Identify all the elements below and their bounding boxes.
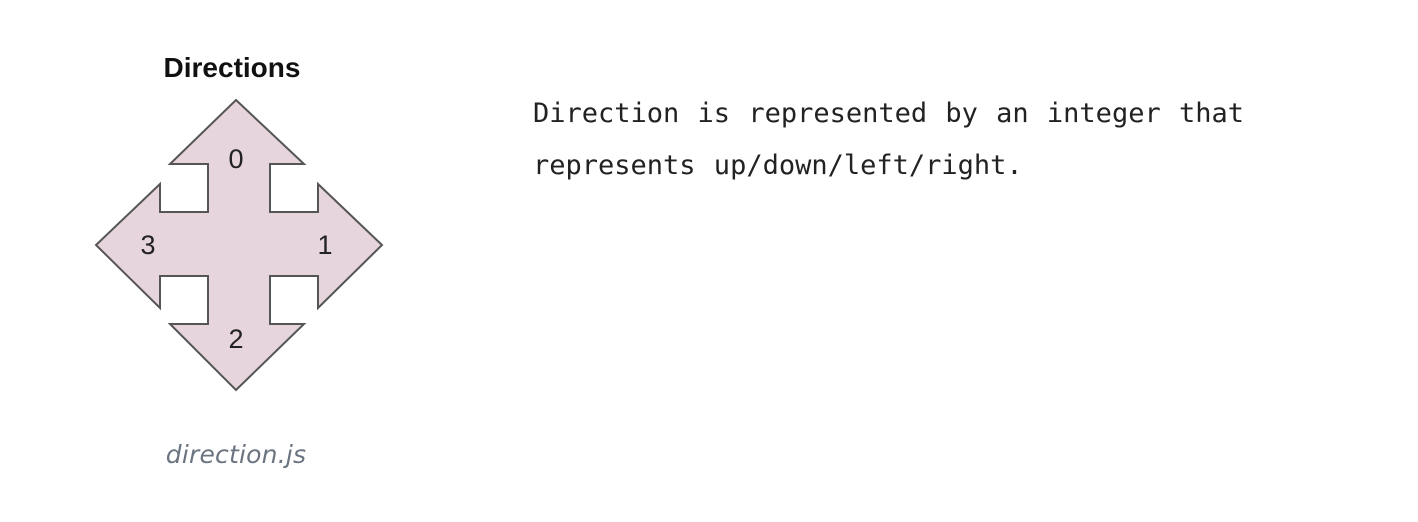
directions-diagram: Directions 0 1 2 3 <box>94 52 384 392</box>
direction-label-up: 0 <box>228 144 243 174</box>
direction-label-down: 2 <box>228 324 243 354</box>
figure-caption: direction.js <box>165 440 307 469</box>
directions-figure: Directions 0 1 2 3 direction.js <box>60 40 420 490</box>
diagram-title: Directions <box>164 52 301 83</box>
description-text: Direction is represented by an integer t… <box>533 98 1263 181</box>
direction-label-left: 3 <box>140 230 155 260</box>
direction-label-right: 1 <box>317 230 332 260</box>
